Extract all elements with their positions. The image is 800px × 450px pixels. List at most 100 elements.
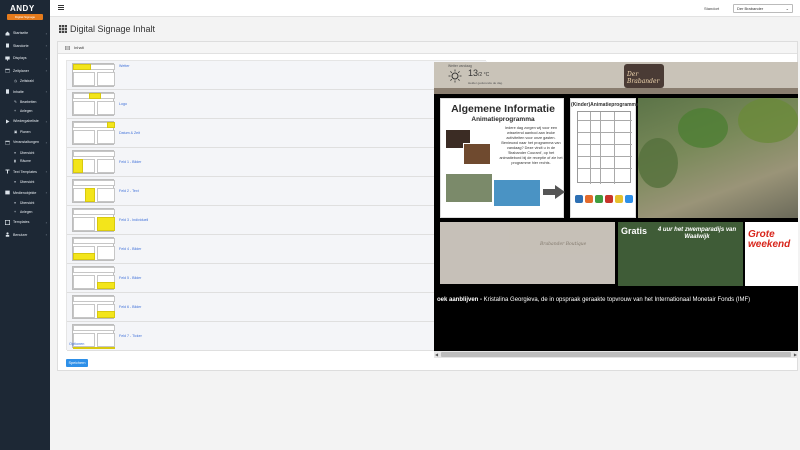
sidebar-subitem-übersicht[interactable]: ≡ Übersicht: [0, 178, 50, 187]
arrow-right-icon: [543, 185, 565, 199]
layout-cell: [73, 304, 95, 318]
layout-thumbnail[interactable]: [72, 63, 115, 87]
content-item-link[interactable]: Datum & Zeit: [119, 131, 140, 135]
sidebar-item-label: Planen: [20, 129, 31, 134]
layout-cell: [73, 130, 95, 144]
temperature-range: /2 °C: [478, 72, 490, 78]
layout-cell: [73, 238, 115, 244]
hamburger-menu-icon[interactable]: [58, 5, 64, 11]
sidebar-item-inhalte[interactable]: Inhalte ›: [0, 86, 50, 99]
swimparadise-promo: Gratis 4 uur het zwemparadijs van Waalwi…: [618, 222, 743, 286]
content-item-link[interactable]: Feld 4 - Bilder: [119, 247, 141, 251]
layout-cell: [73, 296, 115, 302]
optionen-link[interactable]: Optionen: [69, 342, 84, 346]
chevron-down-icon: ⌄: [785, 6, 789, 11]
news-ticker: oek aanblijven - Kristalina Georgieva, d…: [434, 293, 798, 307]
content-item: Logo: [67, 90, 487, 119]
layout-cell: [73, 151, 115, 157]
activity-icon: [605, 195, 613, 203]
program-col-line: [614, 112, 615, 184]
sidebar-subitem-bearbeiten[interactable]: ✎ Bearbeiten: [0, 98, 50, 107]
clock-icon: ◷: [14, 79, 18, 84]
layout-cell-highlight: [73, 159, 83, 173]
door-icon: ▮: [14, 159, 16, 164]
standort-select[interactable]: Der Brabander ⌄: [733, 4, 793, 13]
activity-icon: [585, 195, 593, 203]
weather-temperature: 13/2 °C: [468, 68, 489, 78]
sidebar-item-label: Zeitplaner: [13, 68, 29, 73]
layout-cell: [73, 325, 115, 331]
photo-party: [463, 143, 491, 165]
layout-thumbnail[interactable]: [72, 92, 115, 116]
layout-thumbnail[interactable]: [72, 295, 115, 319]
sidebar-item-label: Übersicht: [20, 180, 35, 185]
content-item-link[interactable]: Feld 5 - Bilder: [119, 276, 141, 280]
sidebar-item-text-templates[interactable]: Text Templates ›: [0, 166, 50, 179]
pencil-icon: ✎: [14, 100, 18, 105]
page-title: Digital Signage Inhalt: [59, 24, 155, 34]
sidebar-item-zeitplaner[interactable]: Zeitplaner ›: [0, 65, 50, 78]
program-row-line: [578, 168, 632, 169]
layout-cell: [73, 209, 115, 215]
logo[interactable]: ANDY Digital Signage: [3, 4, 47, 21]
sidebar-subitem-anlegen[interactable]: + Anlegen: [0, 208, 50, 217]
content-panel: Inhalt Wetter Logo Datum & Zeit Feld 1 - Bi…: [57, 41, 798, 371]
sidebar-item-medienobjekte[interactable]: Medienobjekte ›: [0, 187, 50, 200]
sidebar-subitem-übersicht[interactable]: ≡ Übersicht: [0, 199, 50, 208]
layout-icon: [4, 219, 10, 225]
sidebar-item-label: Text Templates: [13, 169, 37, 174]
layout-cell: [97, 72, 115, 86]
sidebar-item-label: Wiedergabeliste: [13, 119, 39, 124]
sidebar-item-veranstaltungen[interactable]: Veranstaltungen ›: [0, 136, 50, 149]
chevron-icon: ›: [45, 139, 47, 145]
calendar-icon: ▣: [14, 129, 18, 134]
sidebar-item-startseite[interactable]: Startseite ›: [0, 27, 50, 40]
layout-cell-highlight: [97, 282, 115, 289]
sidebar-item-wiedergabeliste[interactable]: Wiedergabeliste ›: [0, 115, 50, 128]
layout-thumbnail[interactable]: [72, 208, 115, 232]
scroll-left-icon[interactable]: ◀: [435, 351, 438, 358]
layout-thumbnail[interactable]: [72, 150, 115, 174]
content-item-link[interactable]: Feld 2 - Text: [119, 189, 139, 193]
content-item-link[interactable]: Wetter: [119, 64, 130, 68]
info-text: Iedere dag zorgen wij voor een wisselend…: [499, 126, 563, 165]
sidebar-item-label: Startseite: [13, 31, 29, 36]
content-item-link[interactable]: Feld 3 - Individuell: [119, 218, 148, 222]
content-item-link[interactable]: Feld 7 - Ticker: [119, 334, 142, 338]
layout-thumbnail[interactable]: [72, 237, 115, 261]
sidebar-item-standorte[interactable]: Standorte ›: [0, 40, 50, 53]
sidebar-subitem-räume[interactable]: ▮ Räume: [0, 157, 50, 166]
save-button[interactable]: Speichern: [66, 359, 88, 367]
temperature-main: 13: [468, 68, 479, 78]
photo-pool: [493, 179, 541, 207]
program-row-line: [578, 132, 632, 133]
ticker-lead: oek aanblijven -: [437, 297, 483, 303]
layout-cell: [97, 333, 115, 347]
scroll-thumb[interactable]: [441, 352, 791, 357]
content-item: Feld 2 - Text: [67, 177, 487, 206]
sidebar-subitem-planen[interactable]: ▣ Planen: [0, 128, 50, 137]
content-item-link[interactable]: Feld 1 - Bilder: [119, 160, 141, 164]
layout-thumbnail[interactable]: [72, 179, 115, 203]
text-icon: [4, 169, 10, 175]
activity-icon: [595, 195, 603, 203]
sidebar-item-templates[interactable]: Templates ›: [0, 216, 50, 229]
preview-scrollbar[interactable]: ◀ ▶: [434, 351, 798, 358]
program-col-line: [600, 112, 601, 184]
layout-thumbnail[interactable]: [72, 266, 115, 290]
boutique-text: Brabander Boutique: [540, 242, 587, 247]
chevron-icon: ›: [45, 219, 47, 225]
chevron-icon: ›: [45, 30, 47, 36]
scroll-right-icon[interactable]: ▶: [794, 351, 797, 358]
content-item-link[interactable]: Logo: [119, 102, 127, 106]
content-item-link[interactable]: Feld 6 - Bilder: [119, 305, 141, 309]
layout-thumbnail[interactable]: [72, 121, 115, 145]
sidebar-item-benutzer[interactable]: Benutzer ›: [0, 229, 50, 242]
layout-cell: [97, 101, 115, 115]
sidebar-item-displays[interactable]: Displays ›: [0, 52, 50, 65]
sidebar-subitem-zeitstrahl[interactable]: ◷ Zeitstrahl: [0, 77, 50, 86]
layout-cell-highlight: [73, 347, 115, 349]
sidebar-item-label: Displays: [13, 56, 27, 61]
sidebar-subitem-übersicht[interactable]: ≡ Übersicht: [0, 149, 50, 158]
sidebar-subitem-anlegen[interactable]: + Anlegen: [0, 107, 50, 116]
